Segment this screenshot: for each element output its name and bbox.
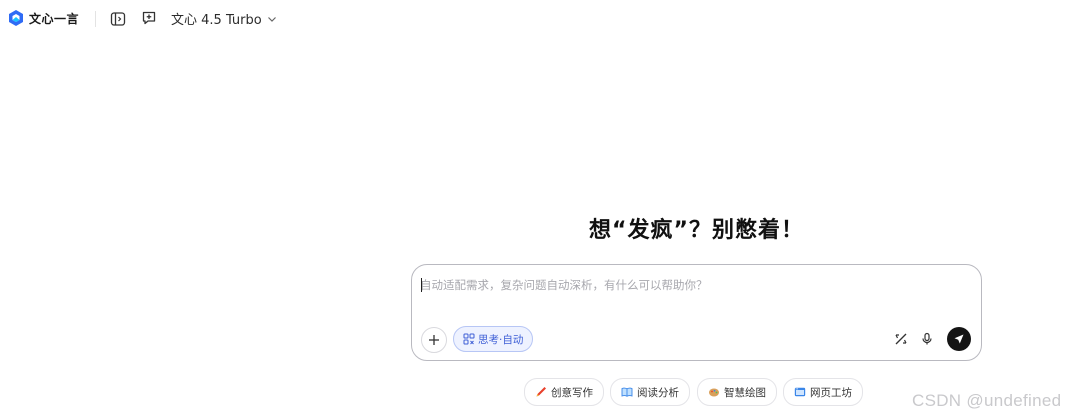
watermark: CSDN @undefined <box>912 391 1062 410</box>
microphone-icon <box>922 332 932 345</box>
suggestion-chip-writing[interactable]: 创意写作 <box>524 378 604 406</box>
add-attachment-button[interactable] <box>421 327 447 353</box>
page-headline: 想“发疯”？别憋着！ <box>589 218 804 243</box>
pen-icon <box>536 387 546 397</box>
send-arrow-icon <box>954 334 964 344</box>
chevron-down-icon <box>267 16 276 22</box>
suggestion-label: 网页工坊 <box>810 386 852 399</box>
sidebar-toggle-icon <box>110 12 126 26</box>
app-name: 文心一言 <box>29 11 80 26</box>
percent-slash-icon <box>895 333 907 345</box>
formula-button[interactable] <box>893 331 909 347</box>
app-logo[interactable]: 文心一言 <box>8 9 79 27</box>
palette-icon <box>709 388 719 397</box>
page: 文心一言 文心 4.5 Turbo 想“发疯”？别憋着！ 自动适配需求，复杂问题… <box>0 0 1080 419</box>
suggestion-chip-webpage[interactable]: 网页工坊 <box>783 378 863 406</box>
suggestion-chip-drawing[interactable]: 智慧绘图 <box>697 378 777 406</box>
text-caret <box>421 278 422 292</box>
think-mode-toggle[interactable]: 思考·自动 <box>453 326 534 352</box>
model-selector[interactable]: 文心 4.5 Turbo <box>171 9 277 28</box>
prompt-card: 思考·自动 <box>411 264 982 361</box>
wenxin-logo-icon <box>9 10 23 26</box>
prompt-input[interactable] <box>420 275 960 295</box>
plus-icon <box>429 335 439 345</box>
send-button[interactable] <box>947 327 971 351</box>
top-divider <box>95 11 96 27</box>
webpage-icon <box>794 387 806 397</box>
book-icon <box>621 387 633 397</box>
think-mode-label: 思考·自动 <box>478 333 524 346</box>
think-icon <box>463 333 475 345</box>
voice-input-button[interactable] <box>919 331 935 347</box>
suggestion-chip-reading[interactable]: 阅读分析 <box>610 378 690 406</box>
suggestion-label: 阅读分析 <box>637 386 679 399</box>
new-chat-button[interactable] <box>140 9 158 27</box>
suggestion-label: 智慧绘图 <box>724 386 766 399</box>
model-name: 文心 4.5 Turbo <box>171 13 262 28</box>
top-bar: 文心一言 文心 4.5 Turbo <box>0 0 1080 38</box>
suggestion-label: 创意写作 <box>551 386 593 399</box>
new-chat-icon <box>142 11 156 25</box>
sidebar-toggle-button[interactable] <box>109 10 127 28</box>
